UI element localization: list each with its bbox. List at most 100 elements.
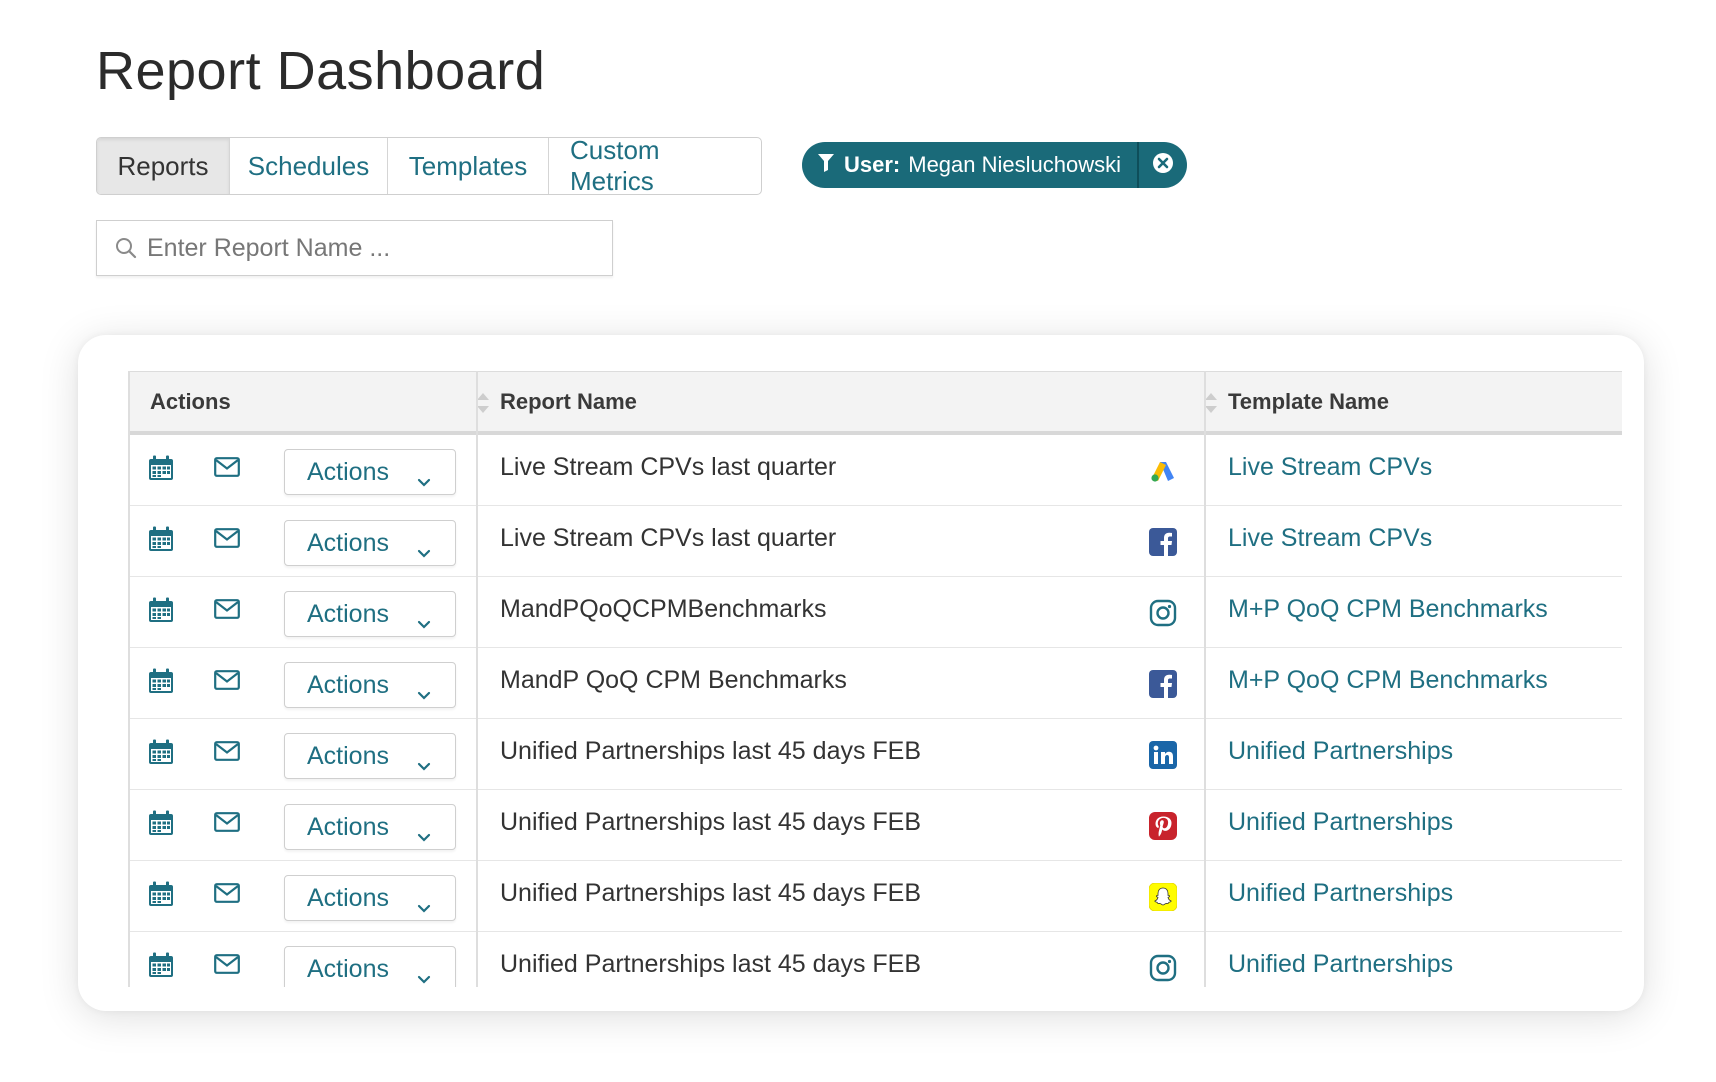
close-circle-icon bbox=[1152, 152, 1174, 179]
col-header-report-name-label: Report Name bbox=[500, 388, 637, 414]
user-filter-chip: User: Megan Niesluchowski bbox=[802, 142, 1188, 188]
filter-value: Megan Niesluchowski bbox=[908, 152, 1122, 177]
tab-templates[interactable]: Templates bbox=[388, 138, 549, 194]
actions-dropdown-button[interactable]: Actions bbox=[284, 946, 456, 987]
actions-button-label: Actions bbox=[307, 599, 389, 628]
table-row: Actions MandPQoQCPMBenchmarks M+P QoQ CPM … bbox=[128, 577, 1622, 648]
actions-dropdown-button[interactable]: Actions bbox=[284, 875, 456, 921]
calendar-icon[interactable] bbox=[148, 597, 174, 628]
col-header-template-name-label: Template Name bbox=[1228, 388, 1389, 414]
pinterest-icon bbox=[1149, 812, 1177, 840]
report-name: Unified Partnerships last 45 days FEB bbox=[500, 737, 922, 765]
table-row: Actions Unified Partnerships last 45 days… bbox=[128, 790, 1622, 861]
table-row: Actions Unified Partnerships last 45 days… bbox=[128, 719, 1622, 790]
tab-custom-metrics[interactable]: Custom Metrics bbox=[549, 138, 761, 194]
template-name-link[interactable]: Unified Partnerships bbox=[1228, 808, 1453, 837]
calendar-icon[interactable] bbox=[148, 810, 174, 841]
chevron-down-icon bbox=[417, 892, 431, 921]
tab-reports[interactable]: Reports bbox=[97, 138, 230, 194]
col-header-report-name[interactable]: Report Name bbox=[476, 372, 637, 431]
report-name: Unified Partnerships last 45 days FEB bbox=[500, 879, 922, 907]
template-name-link[interactable]: M+P QoQ CPM Benchmarks bbox=[1228, 666, 1548, 695]
report-name: Live Stream CPVs last quarter bbox=[500, 453, 837, 481]
actions-button-label: Actions bbox=[307, 954, 389, 983]
column-divider bbox=[1204, 371, 1206, 987]
chevron-down-icon bbox=[417, 608, 431, 637]
actions-dropdown-button[interactable]: Actions bbox=[284, 662, 456, 708]
search-input[interactable] bbox=[145, 232, 589, 264]
table-row: Actions Live Stream CPVs last quarter Live… bbox=[128, 506, 1622, 577]
template-name-link[interactable]: M+P QoQ CPM Benchmarks bbox=[1228, 595, 1548, 624]
actions-dropdown-button[interactable]: Actions bbox=[284, 520, 456, 566]
actions-dropdown-button[interactable]: Actions bbox=[284, 591, 456, 637]
mail-icon[interactable] bbox=[214, 599, 240, 624]
sort-icon bbox=[476, 392, 490, 414]
actions-button-label: Actions bbox=[307, 457, 389, 486]
facebook-icon bbox=[1149, 670, 1177, 698]
report-name: Live Stream CPVs last quarter bbox=[500, 524, 837, 552]
table-header: Actions Report Name Template Name bbox=[128, 371, 1622, 435]
remove-filter-button[interactable] bbox=[1139, 142, 1187, 188]
table-row: Actions Live Stream CPVs last quarter Live… bbox=[128, 435, 1622, 506]
calendar-icon[interactable] bbox=[148, 668, 174, 699]
mail-icon[interactable] bbox=[214, 457, 240, 482]
mail-icon[interactable] bbox=[214, 670, 240, 695]
chevron-down-icon bbox=[417, 466, 431, 495]
search-box bbox=[96, 220, 613, 276]
actions-button-label: Actions bbox=[307, 883, 389, 912]
report-name: MandP QoQ CPM Benchmarks bbox=[500, 666, 847, 694]
report-name: Unified Partnerships last 45 days FEB bbox=[500, 808, 922, 836]
chevron-down-icon bbox=[417, 821, 431, 850]
actions-button-label: Actions bbox=[307, 741, 389, 770]
template-name-link[interactable]: Unified Partnerships bbox=[1228, 950, 1453, 979]
calendar-icon[interactable] bbox=[148, 952, 174, 983]
reports-card: Actions Report Name Template Name Action… bbox=[78, 335, 1644, 1011]
chevron-down-icon bbox=[417, 537, 431, 566]
calendar-icon[interactable] bbox=[148, 455, 174, 486]
table-body: Actions Live Stream CPVs last quarter Live… bbox=[128, 435, 1622, 987]
template-name-link[interactable]: Unified Partnerships bbox=[1228, 737, 1453, 766]
mail-icon[interactable] bbox=[214, 528, 240, 553]
calendar-icon[interactable] bbox=[148, 739, 174, 770]
mail-icon[interactable] bbox=[214, 741, 240, 766]
calendar-icon[interactable] bbox=[148, 881, 174, 912]
template-name-link[interactable]: Live Stream CPVs bbox=[1228, 453, 1432, 482]
instagram-icon bbox=[1149, 599, 1177, 627]
actions-dropdown-button[interactable]: Actions bbox=[284, 733, 456, 779]
user-filter-label[interactable]: User: Megan Niesluchowski bbox=[802, 142, 1137, 188]
instagram-icon bbox=[1149, 954, 1177, 982]
col-header-template-name[interactable]: Template Name bbox=[1204, 372, 1389, 431]
chevron-down-icon bbox=[417, 750, 431, 779]
mail-icon[interactable] bbox=[214, 812, 240, 837]
actions-button-label: Actions bbox=[307, 528, 389, 557]
filter-key: User: bbox=[844, 152, 901, 177]
facebook-icon bbox=[1149, 528, 1177, 556]
mail-icon[interactable] bbox=[214, 883, 240, 908]
actions-button-label: Actions bbox=[307, 812, 389, 841]
table-row: Actions MandP QoQ CPM Benchmarks M+P QoQ C… bbox=[128, 648, 1622, 719]
report-name: MandPQoQCPMBenchmarks bbox=[500, 595, 827, 623]
linkedin-icon bbox=[1149, 741, 1177, 769]
actions-dropdown-button[interactable]: Actions bbox=[284, 449, 456, 495]
column-divider bbox=[128, 371, 130, 987]
template-name-link[interactable]: Unified Partnerships bbox=[1228, 879, 1453, 908]
snapchat-icon bbox=[1148, 882, 1178, 912]
table-row: Actions Unified Partnerships last 45 days… bbox=[128, 932, 1622, 987]
report-name: Unified Partnerships last 45 days FEB bbox=[500, 950, 922, 978]
page-title: Report Dashboard bbox=[96, 41, 546, 101]
table-row: Actions Unified Partnerships last 45 days… bbox=[128, 861, 1622, 932]
sort-icon bbox=[1204, 392, 1218, 414]
mail-icon[interactable] bbox=[214, 954, 240, 979]
template-name-link[interactable]: Live Stream CPVs bbox=[1228, 524, 1432, 553]
tab-schedules[interactable]: Schedules bbox=[230, 138, 388, 194]
tab-bar: Reports Schedules Templates Custom Metri… bbox=[96, 137, 762, 195]
filter-icon bbox=[818, 152, 834, 178]
actions-dropdown-button[interactable]: Actions bbox=[284, 804, 456, 850]
calendar-icon[interactable] bbox=[148, 526, 174, 557]
reports-table: Actions Report Name Template Name Action… bbox=[128, 371, 1622, 987]
column-divider bbox=[476, 371, 478, 987]
col-header-actions: Actions bbox=[150, 388, 231, 414]
actions-button-label: Actions bbox=[307, 670, 389, 699]
search-icon bbox=[115, 237, 137, 259]
chevron-down-icon bbox=[417, 963, 431, 987]
